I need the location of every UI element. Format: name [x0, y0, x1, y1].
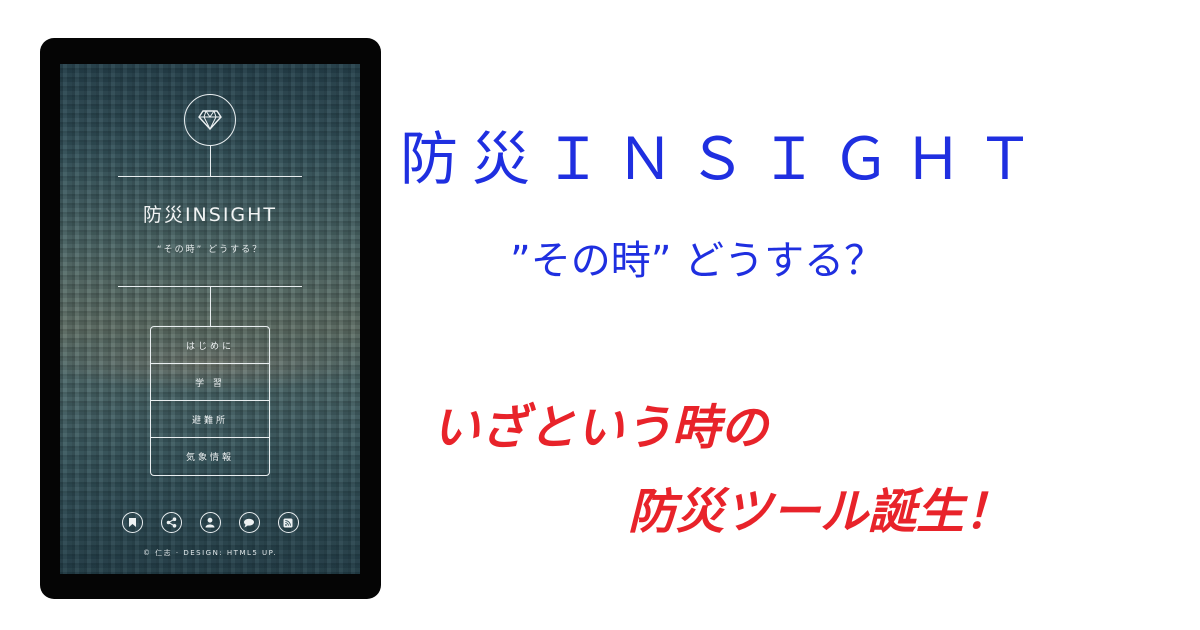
- menu-item-learning[interactable]: 学 習: [151, 364, 269, 401]
- promo-tagline: ”その時” どうする？: [510, 238, 885, 284]
- menu-item-weather[interactable]: 気象情報: [151, 438, 269, 475]
- bookmark-icon[interactable]: [121, 512, 143, 533]
- diamond-icon: [184, 94, 236, 146]
- app-footer: © 仁志 · DESIGN: HTML5 UP.: [142, 549, 278, 557]
- menu-connector-line: [210, 286, 211, 326]
- header-connector-line: [210, 146, 211, 176]
- promo-line-2: 防災ツール誕生！: [628, 484, 1013, 540]
- user-icon[interactable]: [199, 512, 221, 533]
- app-screen: 防災INSIGHT “その時” どうする？ はじめに 学 習 避難所 気象情報: [60, 64, 360, 574]
- menu-item-intro[interactable]: はじめに: [151, 327, 269, 364]
- promo-line-1: いざという時の: [432, 400, 769, 456]
- app-subtitle: “その時” どうする？: [156, 245, 264, 255]
- rss-icon[interactable]: [277, 512, 299, 533]
- header-divider-top: [118, 176, 302, 177]
- tablet-frame: 防災INSIGHT “その時” どうする？ はじめに 学 習 避難所 気象情報: [40, 38, 381, 599]
- menu-item-shelter[interactable]: 避難所: [151, 401, 269, 438]
- promo-title: 防災ＩＮＳＩＧＨＴ: [400, 125, 1049, 193]
- chat-icon[interactable]: [238, 512, 260, 533]
- main-menu: はじめに 学 習 避難所 気象情報: [150, 326, 270, 476]
- social-links: [60, 512, 360, 533]
- app-title: 防災INSIGHT: [142, 204, 278, 226]
- share-icon[interactable]: [160, 512, 182, 533]
